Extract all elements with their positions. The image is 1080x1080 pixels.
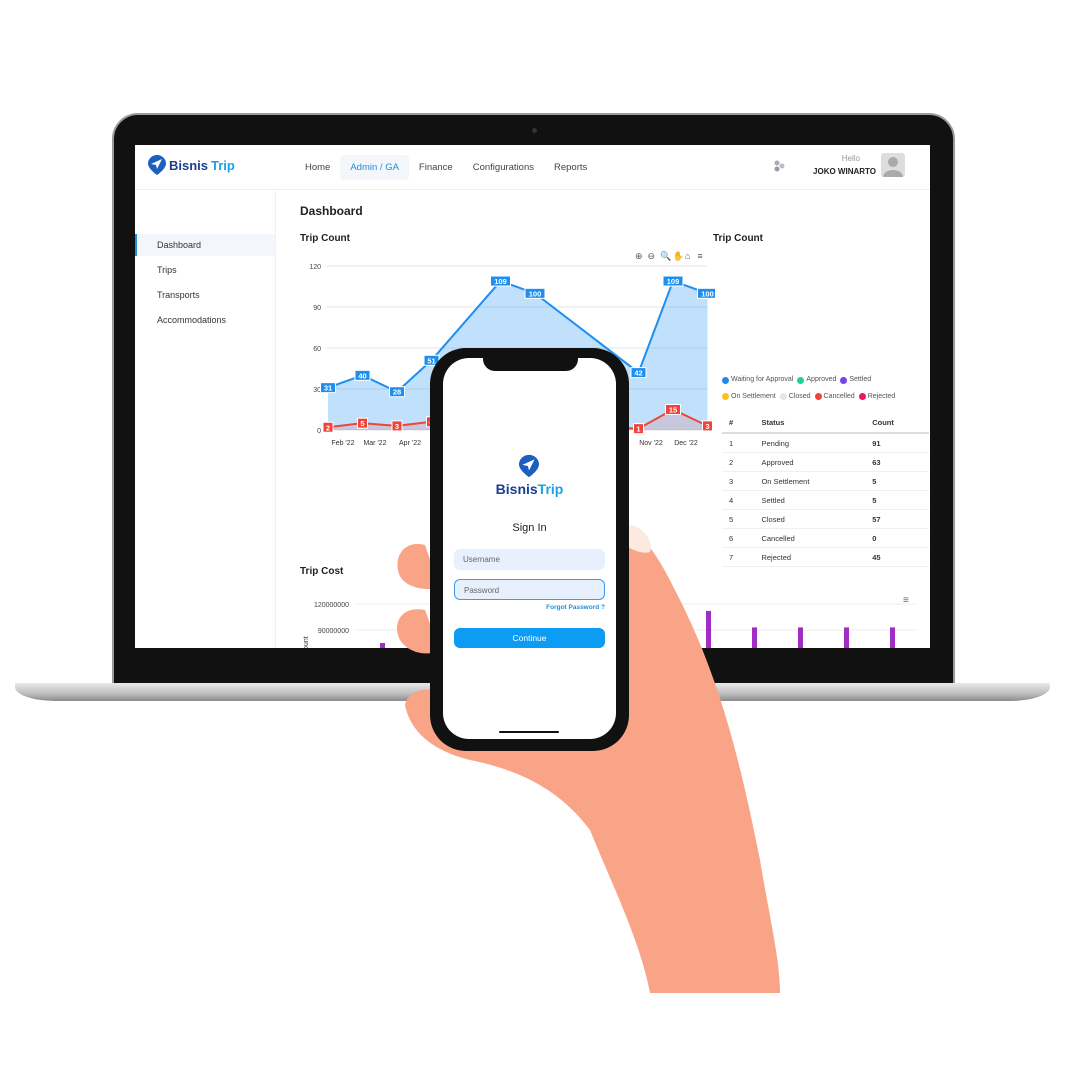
forgot-password-link[interactable]: Forgot Password ? — [546, 604, 605, 611]
phone-brand: BisnisTrip — [443, 481, 616, 497]
phone-notch — [483, 356, 578, 371]
password-input[interactable]: Password — [454, 579, 605, 600]
brand-part1: Bisnis — [495, 481, 538, 497]
phone-logo-icon — [519, 454, 539, 478]
username-input[interactable]: Username — [454, 549, 605, 570]
home-indicator — [499, 731, 559, 733]
sign-in-title: Sign In — [512, 522, 547, 534]
brand-part2: Trip — [537, 481, 564, 497]
continue-button[interactable]: Continue — [454, 628, 605, 648]
phone-screen: BisnisTrip Sign In Username Password For… — [443, 358, 616, 739]
